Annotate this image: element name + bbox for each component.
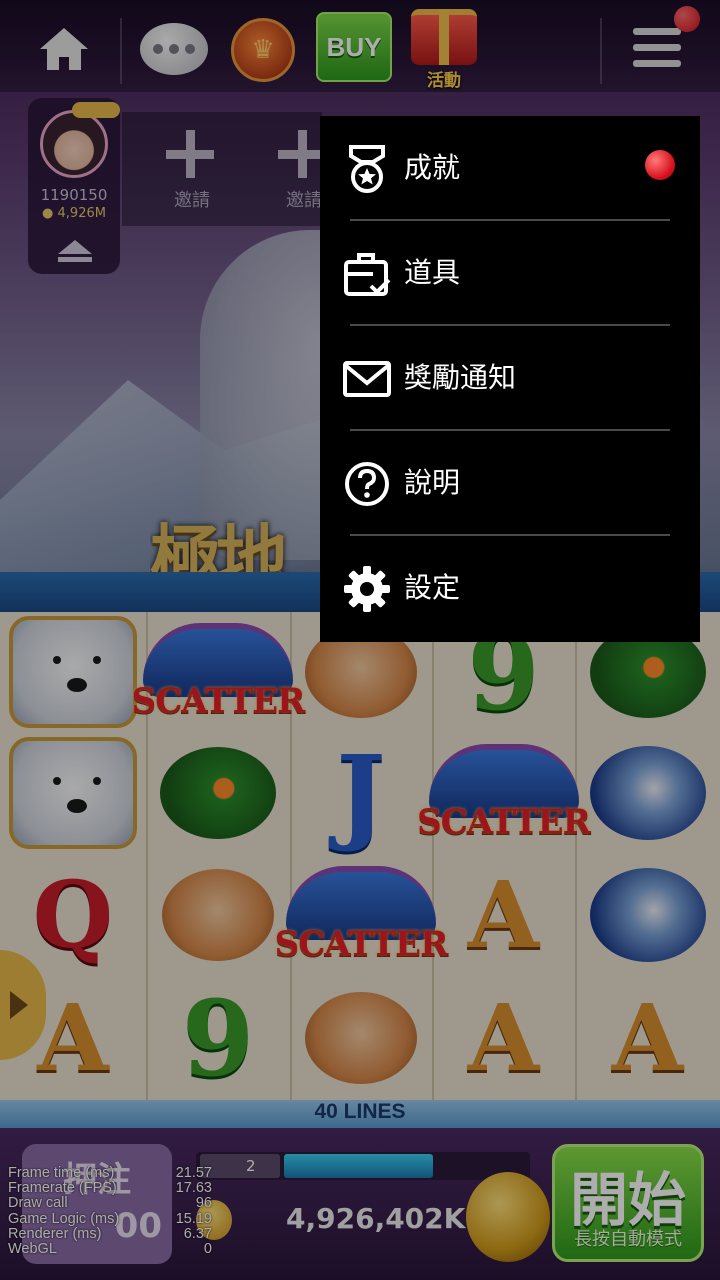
briefcase-icon bbox=[342, 249, 392, 299]
menu-item-achievements[interactable]: 成就 bbox=[320, 116, 700, 220]
menu-item-label: 說明 bbox=[404, 466, 461, 499]
menu-item-items[interactable]: 道具 bbox=[320, 221, 700, 325]
gear-icon bbox=[342, 564, 392, 614]
medal-icon bbox=[342, 144, 392, 194]
notification-badge bbox=[645, 150, 675, 180]
menu-item-label: 成就 bbox=[404, 151, 461, 184]
menu-item-label: 獎勵通知 bbox=[404, 361, 517, 394]
menu-item-label: 道具 bbox=[404, 256, 461, 289]
menu-item-settings[interactable]: 設定 bbox=[320, 536, 700, 640]
menu-item-help[interactable]: 說明 bbox=[320, 431, 700, 535]
menu-item-reward-notice[interactable]: 獎勵通知 bbox=[320, 326, 700, 430]
dropdown-menu: 成就 道具 獎勵通知 說明 設定 bbox=[320, 116, 700, 642]
help-icon bbox=[342, 459, 392, 509]
menu-item-label: 設定 bbox=[404, 571, 461, 604]
mail-icon bbox=[342, 354, 392, 404]
